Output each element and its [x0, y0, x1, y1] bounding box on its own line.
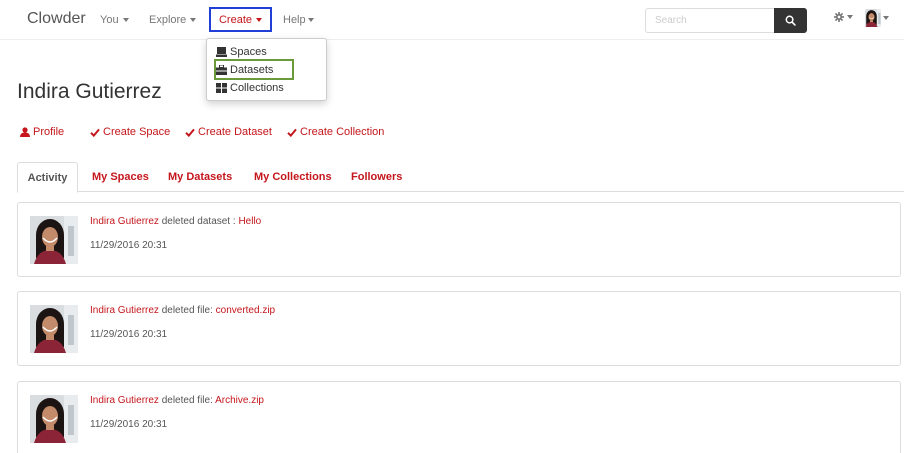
search-button[interactable]	[774, 8, 807, 33]
activity-timestamp: 11/29/2016 20:31	[90, 419, 168, 430]
create-space-link[interactable]: Create Space	[90, 126, 170, 138]
caret-down-icon	[883, 16, 889, 20]
nav-menu-explore-label: Explore	[149, 14, 187, 26]
profile-tabs: Activity My Spaces My Datasets My Collec…	[17, 162, 904, 193]
tab-activity[interactable]: Activity	[17, 162, 78, 193]
gear-icon	[834, 12, 844, 22]
activity-description: Indira Gutierrez deleted dataset : Hello	[90, 216, 261, 227]
activity-timestamp: 11/29/2016 20:31	[90, 240, 168, 251]
brand-logo-text[interactable]: Clowder	[27, 10, 86, 28]
dropdown-item-collections[interactable]: Collections	[216, 80, 284, 95]
activity-target-link[interactable]: Archive.zip	[215, 395, 264, 406]
nav-menu-help[interactable]: Help	[283, 14, 314, 26]
create-dropdown-menu: Spaces Datasets Collections	[206, 38, 327, 101]
avatar[interactable]	[30, 305, 78, 353]
caret-down-icon	[122, 18, 129, 23]
profile-link[interactable]: Profile	[20, 126, 64, 138]
nav-menu-create-label: Create	[218, 13, 253, 26]
avatar[interactable]	[30, 216, 78, 264]
user-avatar-menu[interactable]	[865, 9, 889, 27]
top-navbar: Clowder You Explore Create Help	[0, 0, 904, 40]
activity-user-link[interactable]: Indira Gutierrez	[90, 216, 159, 227]
activity-action-text: deleted dataset :	[158, 216, 239, 227]
spaces-icon	[216, 46, 227, 57]
collections-icon	[216, 82, 227, 93]
datasets-highlight-box	[214, 59, 294, 80]
avatar	[865, 9, 881, 27]
activity-target-link[interactable]: Hello	[238, 216, 261, 227]
activity-description: Indira Gutierrez deleted file: Archive.z…	[90, 395, 264, 406]
nav-menu-create[interactable]: Create	[209, 7, 272, 32]
caret-down-icon	[256, 17, 263, 22]
activity-timestamp: 11/29/2016 20:31	[90, 329, 168, 340]
avatar[interactable]	[30, 395, 78, 443]
nav-menu-help-label: Help	[283, 14, 306, 26]
nav-menu-explore[interactable]: Explore	[149, 14, 197, 26]
dropdown-item-spaces-label: Spaces	[230, 45, 267, 58]
nav-menu-you[interactable]: You	[100, 14, 129, 26]
profile-link-label: Profile	[33, 126, 65, 138]
search-icon	[785, 15, 796, 26]
activity-card: Indira Gutierrez deleted file: converted…	[17, 291, 901, 366]
create-collection-link[interactable]: Create Collection	[287, 126, 384, 138]
activity-user-link[interactable]: Indira Gutierrez	[90, 395, 159, 406]
tab-my-spaces[interactable]: My Spaces	[92, 162, 149, 192]
activity-user-link[interactable]: Indira Gutierrez	[90, 305, 159, 316]
create-dataset-link-label: Create Dataset	[198, 126, 272, 138]
caret-down-icon	[190, 18, 197, 23]
user-icon	[20, 127, 30, 137]
check-icon	[287, 128, 297, 137]
nav-menu-you-label: You	[100, 14, 119, 26]
activity-card: Indira Gutierrez deleted dataset : Hello…	[17, 202, 901, 277]
create-collection-link-label: Create Collection	[300, 126, 385, 138]
activity-action-text: deleted file:	[158, 395, 216, 406]
dropdown-item-collections-label: Collections	[230, 81, 284, 94]
activity-description: Indira Gutierrez deleted file: converted…	[90, 305, 275, 316]
tab-my-collections[interactable]: My Collections	[254, 162, 332, 192]
check-icon	[90, 128, 100, 137]
activity-action-text: deleted file:	[158, 305, 216, 316]
search-input[interactable]	[645, 8, 774, 33]
caret-down-icon	[307, 18, 314, 23]
check-icon	[185, 128, 195, 137]
activity-card: Indira Gutierrez deleted file: Archive.z…	[17, 381, 901, 453]
caret-down-icon	[847, 15, 853, 19]
activity-target-link[interactable]: converted.zip	[216, 305, 275, 316]
create-dataset-link[interactable]: Create Dataset	[185, 126, 272, 138]
create-space-link-label: Create Space	[103, 126, 171, 138]
tab-followers[interactable]: Followers	[351, 162, 402, 192]
settings-menu[interactable]	[834, 12, 853, 22]
dropdown-item-spaces[interactable]: Spaces	[216, 44, 267, 59]
page-title: Indira Gutierrez	[17, 80, 162, 103]
tab-my-datasets[interactable]: My Datasets	[168, 162, 232, 192]
